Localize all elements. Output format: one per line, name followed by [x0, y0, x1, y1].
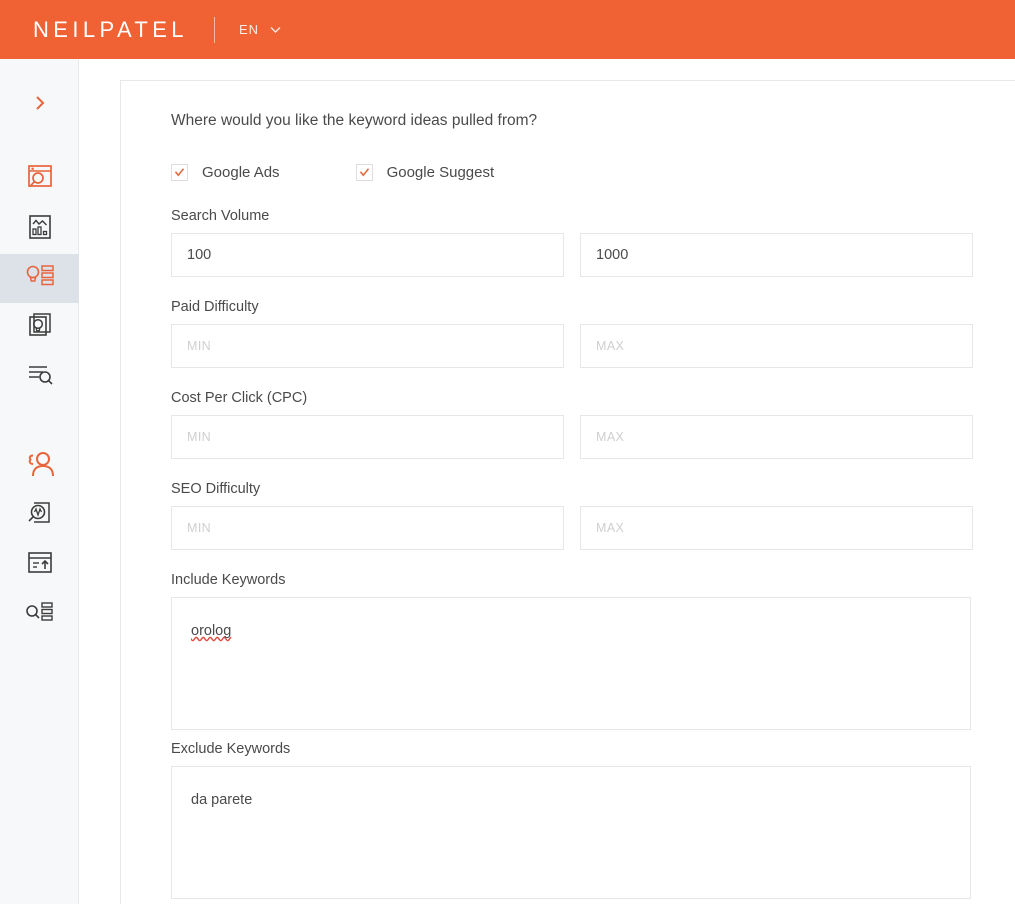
sidebar-item-keyword-ideas[interactable] — [0, 254, 79, 303]
label-seo-difficulty: SEO Difficulty — [171, 481, 261, 497]
sidebar-item-content-ideas[interactable] — [0, 303, 79, 352]
seo-difficulty-max-input[interactable] — [580, 506, 973, 550]
paid-difficulty-min-input[interactable] — [171, 324, 564, 368]
keyword-search-lines-icon — [25, 361, 55, 392]
sidebar-item-competitors[interactable] — [0, 443, 79, 492]
exclude-keywords-wrap: da parete — [171, 766, 1015, 904]
label-search-volume: Search Volume — [171, 208, 270, 224]
keyword-ideas-bulb-list-icon — [24, 263, 56, 294]
label-exclude-keywords: Exclude Keywords — [171, 741, 291, 757]
sidebar-item-keyword-overview[interactable] — [0, 352, 79, 401]
competitors-people-icon — [24, 451, 56, 484]
range-row-seo-difficulty — [171, 506, 1015, 550]
range-row-search-volume — [171, 233, 1015, 277]
chevron-down-icon — [269, 23, 282, 36]
chevron-right-expand-icon — [31, 94, 49, 117]
input-spacer — [564, 233, 580, 277]
brand-logo[interactable]: NEILPATEL — [33, 17, 188, 43]
sidebar-item-page-analytics[interactable] — [0, 492, 79, 541]
content-ideas-bulb-icon — [26, 311, 54, 344]
keyword-filters-card: Where would you like the keyword ideas p… — [120, 80, 1015, 904]
check-icon — [174, 168, 185, 177]
label-include-keywords: Include Keywords — [171, 572, 286, 588]
search-list-icon — [24, 599, 56, 630]
range-row-paid-difficulty — [171, 324, 1015, 368]
input-spacer — [564, 415, 580, 459]
sidebar-item-expand-sidebar[interactable] — [0, 81, 79, 130]
checkbox-google-suggest-label: Google Suggest — [386, 164, 495, 181]
checkbox-google-ads[interactable] — [171, 164, 188, 181]
header-divider — [213, 16, 215, 43]
upload-report-icon — [25, 550, 55, 581]
sidebar-item-upload-report[interactable] — [0, 541, 79, 590]
input-spacer — [564, 324, 580, 368]
cpc-min-input[interactable] — [171, 415, 564, 459]
label-paid-difficulty: Paid Difficulty — [171, 299, 259, 315]
page-analytics-magnifier-icon — [25, 500, 55, 533]
page-title: Where would you like the keyword ideas p… — [171, 112, 538, 129]
search-volume-max-input[interactable] — [580, 233, 973, 277]
seo-difficulty-min-input[interactable] — [171, 506, 564, 550]
left-sidebar — [0, 59, 79, 904]
site-audit-magnifier-icon — [25, 164, 55, 197]
checkbox-google-suggest[interactable] — [355, 164, 373, 181]
exclude-keywords-textarea[interactable]: da parete — [171, 766, 971, 899]
paid-difficulty-max-input[interactable] — [580, 324, 973, 368]
sidebar-item-site-audit[interactable] — [0, 156, 79, 205]
include-keywords-wrap: orolog — [171, 597, 1015, 735]
range-row-cost-per-click — [171, 415, 1015, 459]
include-keywords-textarea[interactable]: orolog — [171, 597, 971, 730]
check-icon — [359, 168, 369, 177]
sidebar-item-traffic-analyzer[interactable] — [0, 205, 79, 254]
label-cost-per-click: Cost Per Click (CPC) — [171, 390, 308, 406]
checkbox-google-ads-label: Google Ads — [202, 164, 280, 181]
language-label: EN — [238, 22, 260, 37]
input-spacer — [564, 506, 580, 550]
traffic-analyzer-chart-icon — [26, 213, 54, 246]
sidebar-item-search-list[interactable] — [0, 590, 79, 639]
language-selector[interactable]: EN — [239, 22, 282, 37]
top-header-bar: NEILPATEL EN — [0, 0, 1015, 59]
source-checkbox-group: Google Ads Google Suggest — [171, 164, 1015, 181]
cpc-max-input[interactable] — [580, 415, 973, 459]
search-volume-min-input[interactable] — [171, 233, 564, 277]
